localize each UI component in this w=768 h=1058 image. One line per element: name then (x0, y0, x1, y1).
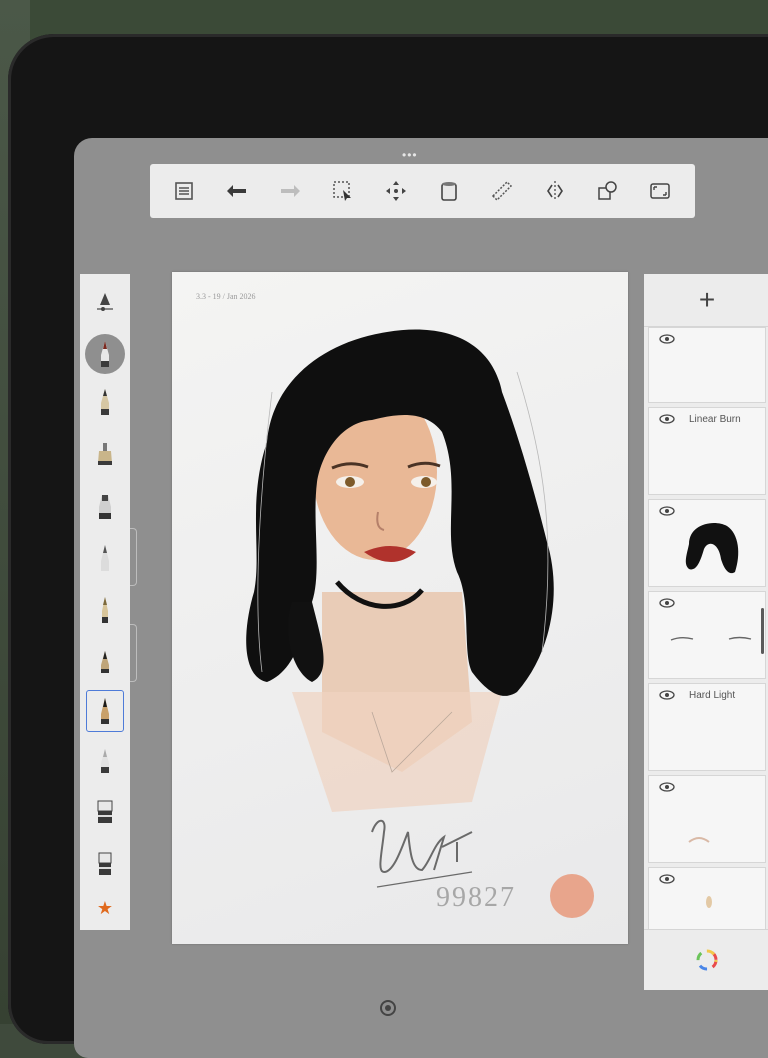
marker-icon[interactable] (83, 482, 127, 530)
bucket-eraser-icon[interactable] (83, 840, 127, 888)
layer-blend-mode: Linear Burn (689, 414, 741, 425)
top-toolbar (150, 164, 695, 218)
symmetry-icon[interactable] (540, 176, 570, 206)
eye-icon[interactable] (659, 690, 675, 700)
eye-icon[interactable] (659, 334, 675, 344)
pen-icon[interactable] (83, 534, 127, 582)
layer-blend-mode: Hard Light (689, 690, 736, 701)
color-swatch (550, 874, 594, 918)
fullscreen-icon[interactable] (645, 176, 675, 206)
layer-item[interactable]: Linear Burn (648, 407, 766, 495)
layer-panel: + Linear Burn Hard Light (644, 274, 768, 990)
inking-brush-selected-icon[interactable] (86, 690, 124, 732)
airbrush-icon[interactable] (83, 430, 127, 478)
brush-settings-icon[interactable] (83, 278, 127, 326)
layer-item[interactable]: Hard Light (648, 683, 766, 771)
smudge-icon[interactable] (83, 736, 127, 784)
layer-item[interactable] (648, 591, 766, 679)
redo-icon[interactable] (275, 176, 305, 206)
fill-bucket-icon[interactable] (434, 176, 464, 206)
layer-thumbnail-brows (670, 636, 752, 641)
canvas-menu-icon[interactable] (380, 1000, 396, 1016)
drawing-canvas[interactable]: 3.3 - 19 / Jan 2026 99827 (172, 272, 628, 944)
grab-indicator[interactable]: ••• (402, 148, 418, 162)
portrait-artwork (246, 329, 594, 918)
layer-item[interactable] (648, 775, 766, 863)
panel-handle-lower[interactable] (130, 624, 137, 682)
eraser-icon[interactable] (83, 788, 127, 836)
eye-icon[interactable] (659, 414, 675, 424)
paint-brush-icon[interactable] (83, 638, 127, 686)
add-layer-button[interactable]: + (644, 274, 768, 327)
app-screen: ••• ★ 3.3 - 19 / Jan 2026 99827 + Linear… (74, 138, 768, 1058)
star-icon[interactable]: ★ (97, 898, 113, 919)
undo-icon[interactable] (222, 176, 252, 206)
panel-handle-upper[interactable] (130, 528, 137, 586)
pencil-icon[interactable] (83, 378, 127, 426)
color-picker-button[interactable] (644, 929, 768, 990)
tablet-frame: ••• ★ 3.3 - 19 / Jan 2026 99827 + Linear… (8, 34, 768, 1058)
ruler-icon[interactable] (487, 176, 517, 206)
pencil-active-icon[interactable] (85, 334, 125, 374)
ballpoint-icon[interactable] (83, 586, 127, 634)
signature-number: 99827 (436, 882, 516, 913)
shapes-icon[interactable] (593, 176, 623, 206)
layer-item[interactable] (648, 327, 766, 403)
transform-icon[interactable] (381, 176, 411, 206)
color-wheel-icon (696, 949, 718, 971)
brush-palette: ★ (80, 274, 130, 930)
lists-icon[interactable] (169, 176, 199, 206)
layer-thumbnail-hair (685, 523, 739, 574)
layer-scrollbar[interactable] (761, 608, 764, 654)
layer-thumbnail-faint (688, 837, 710, 843)
layer-item[interactable] (648, 499, 766, 587)
selection-icon[interactable] (328, 176, 358, 206)
